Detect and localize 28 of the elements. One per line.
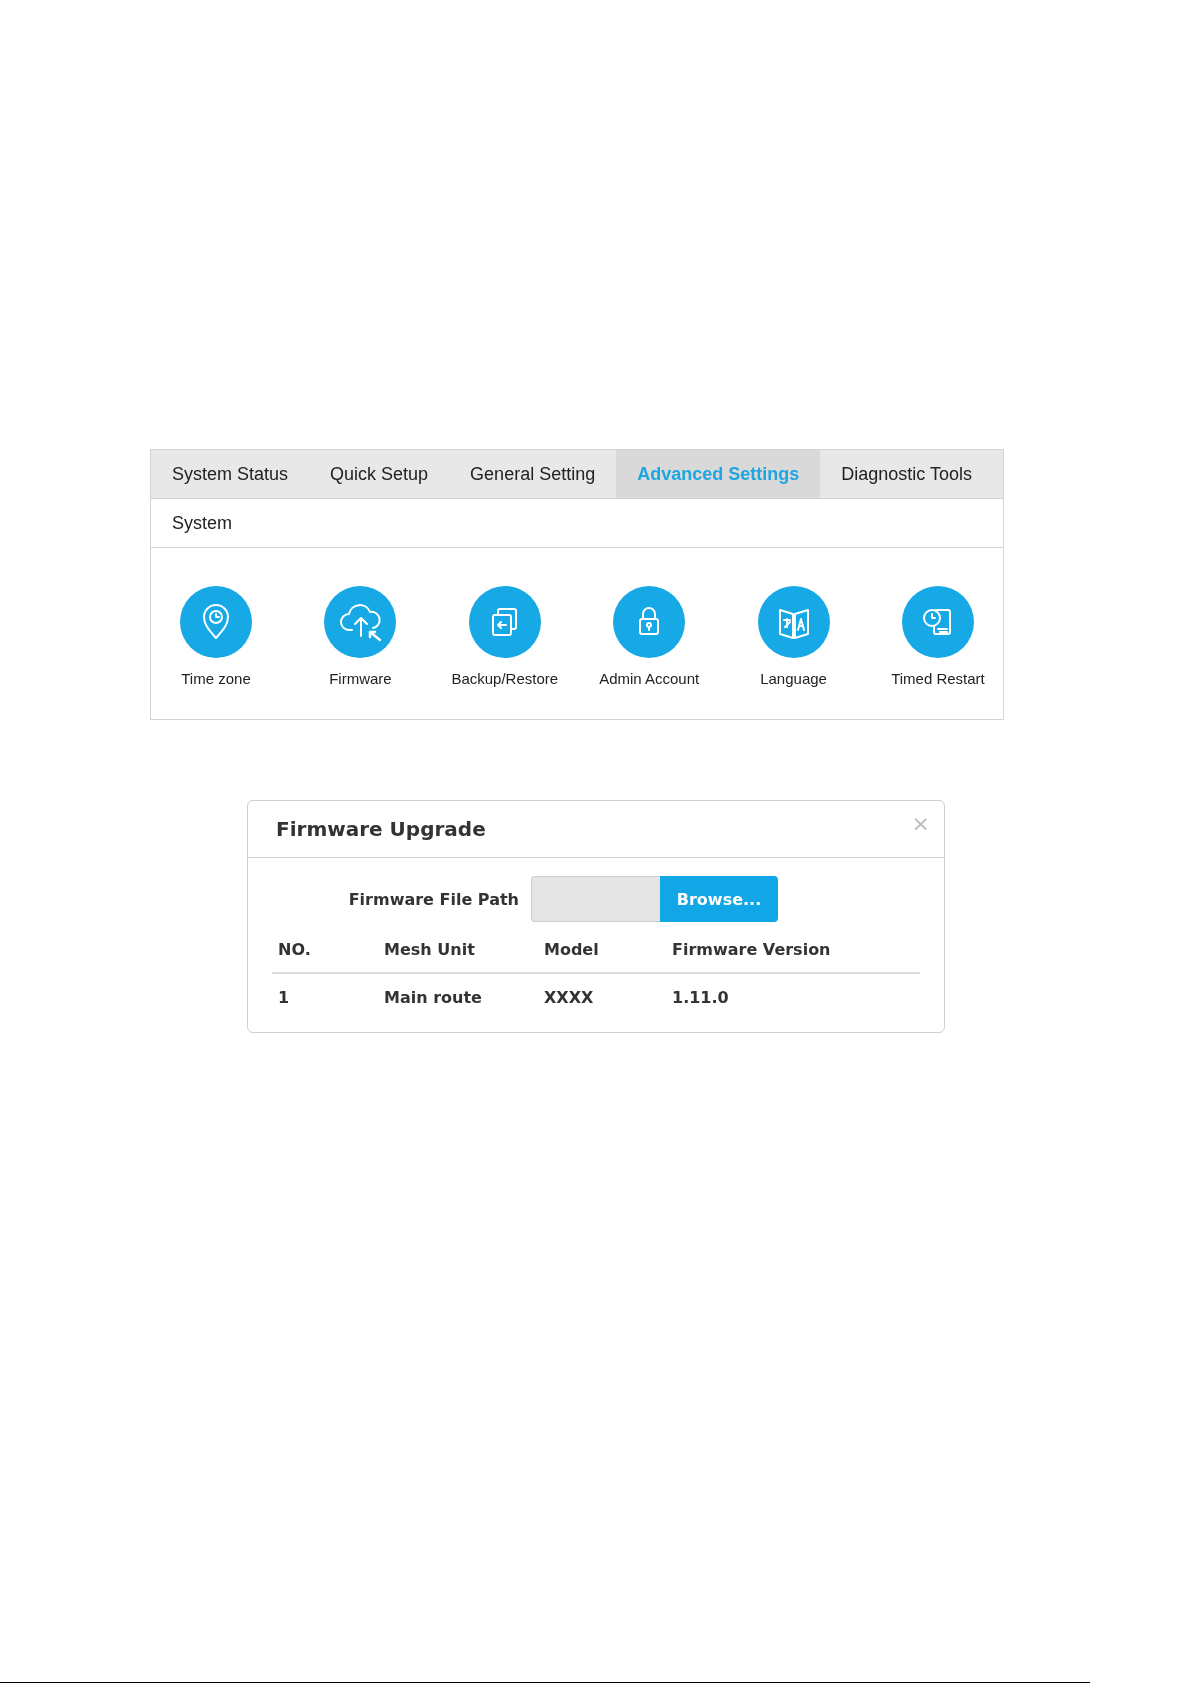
table-cell-text: Main route [384,987,483,1007]
column-header: NO. [278,939,312,959]
table-cell-text: XXXX [544,987,595,1007]
nav-tab[interactable]: General Setting [449,450,617,498]
nav-tab[interactable]: Quick Setup [309,450,450,498]
settings-item[interactable]: Firmware [295,586,426,687]
settings-item[interactable]: Backup/Restore [439,586,570,687]
location-clock-icon [180,586,252,658]
file-path-field[interactable] [531,876,660,922]
translate-book-icon [757,586,830,658]
dialog-title: Firmware Upgrade [276,817,486,841]
settings-item[interactable]: Admin Account [584,586,715,687]
nav-tab[interactable]: Diagnostic Tools [820,450,993,498]
table-cell-text: 1 [278,987,291,1007]
section-title: System [172,512,232,534]
settings-item[interactable]: Timed Restart [872,586,1003,687]
cloud-upload-icon [324,586,397,658]
padlock-icon [613,586,686,658]
field-label: Firmware File Path [347,889,520,909]
swap-pages-icon [468,586,541,658]
column-header: Firmware Version [672,939,831,959]
settings-item[interactable]: Language [728,586,859,687]
clock-document-icon [901,586,974,658]
column-header: Mesh Unit [384,939,476,959]
table-cell: 1.11.0 [672,987,729,1007]
column-header: Model [544,939,600,959]
settings-item[interactable]: Time zone [151,586,281,687]
nav-tab[interactable]: System Status [151,450,310,498]
